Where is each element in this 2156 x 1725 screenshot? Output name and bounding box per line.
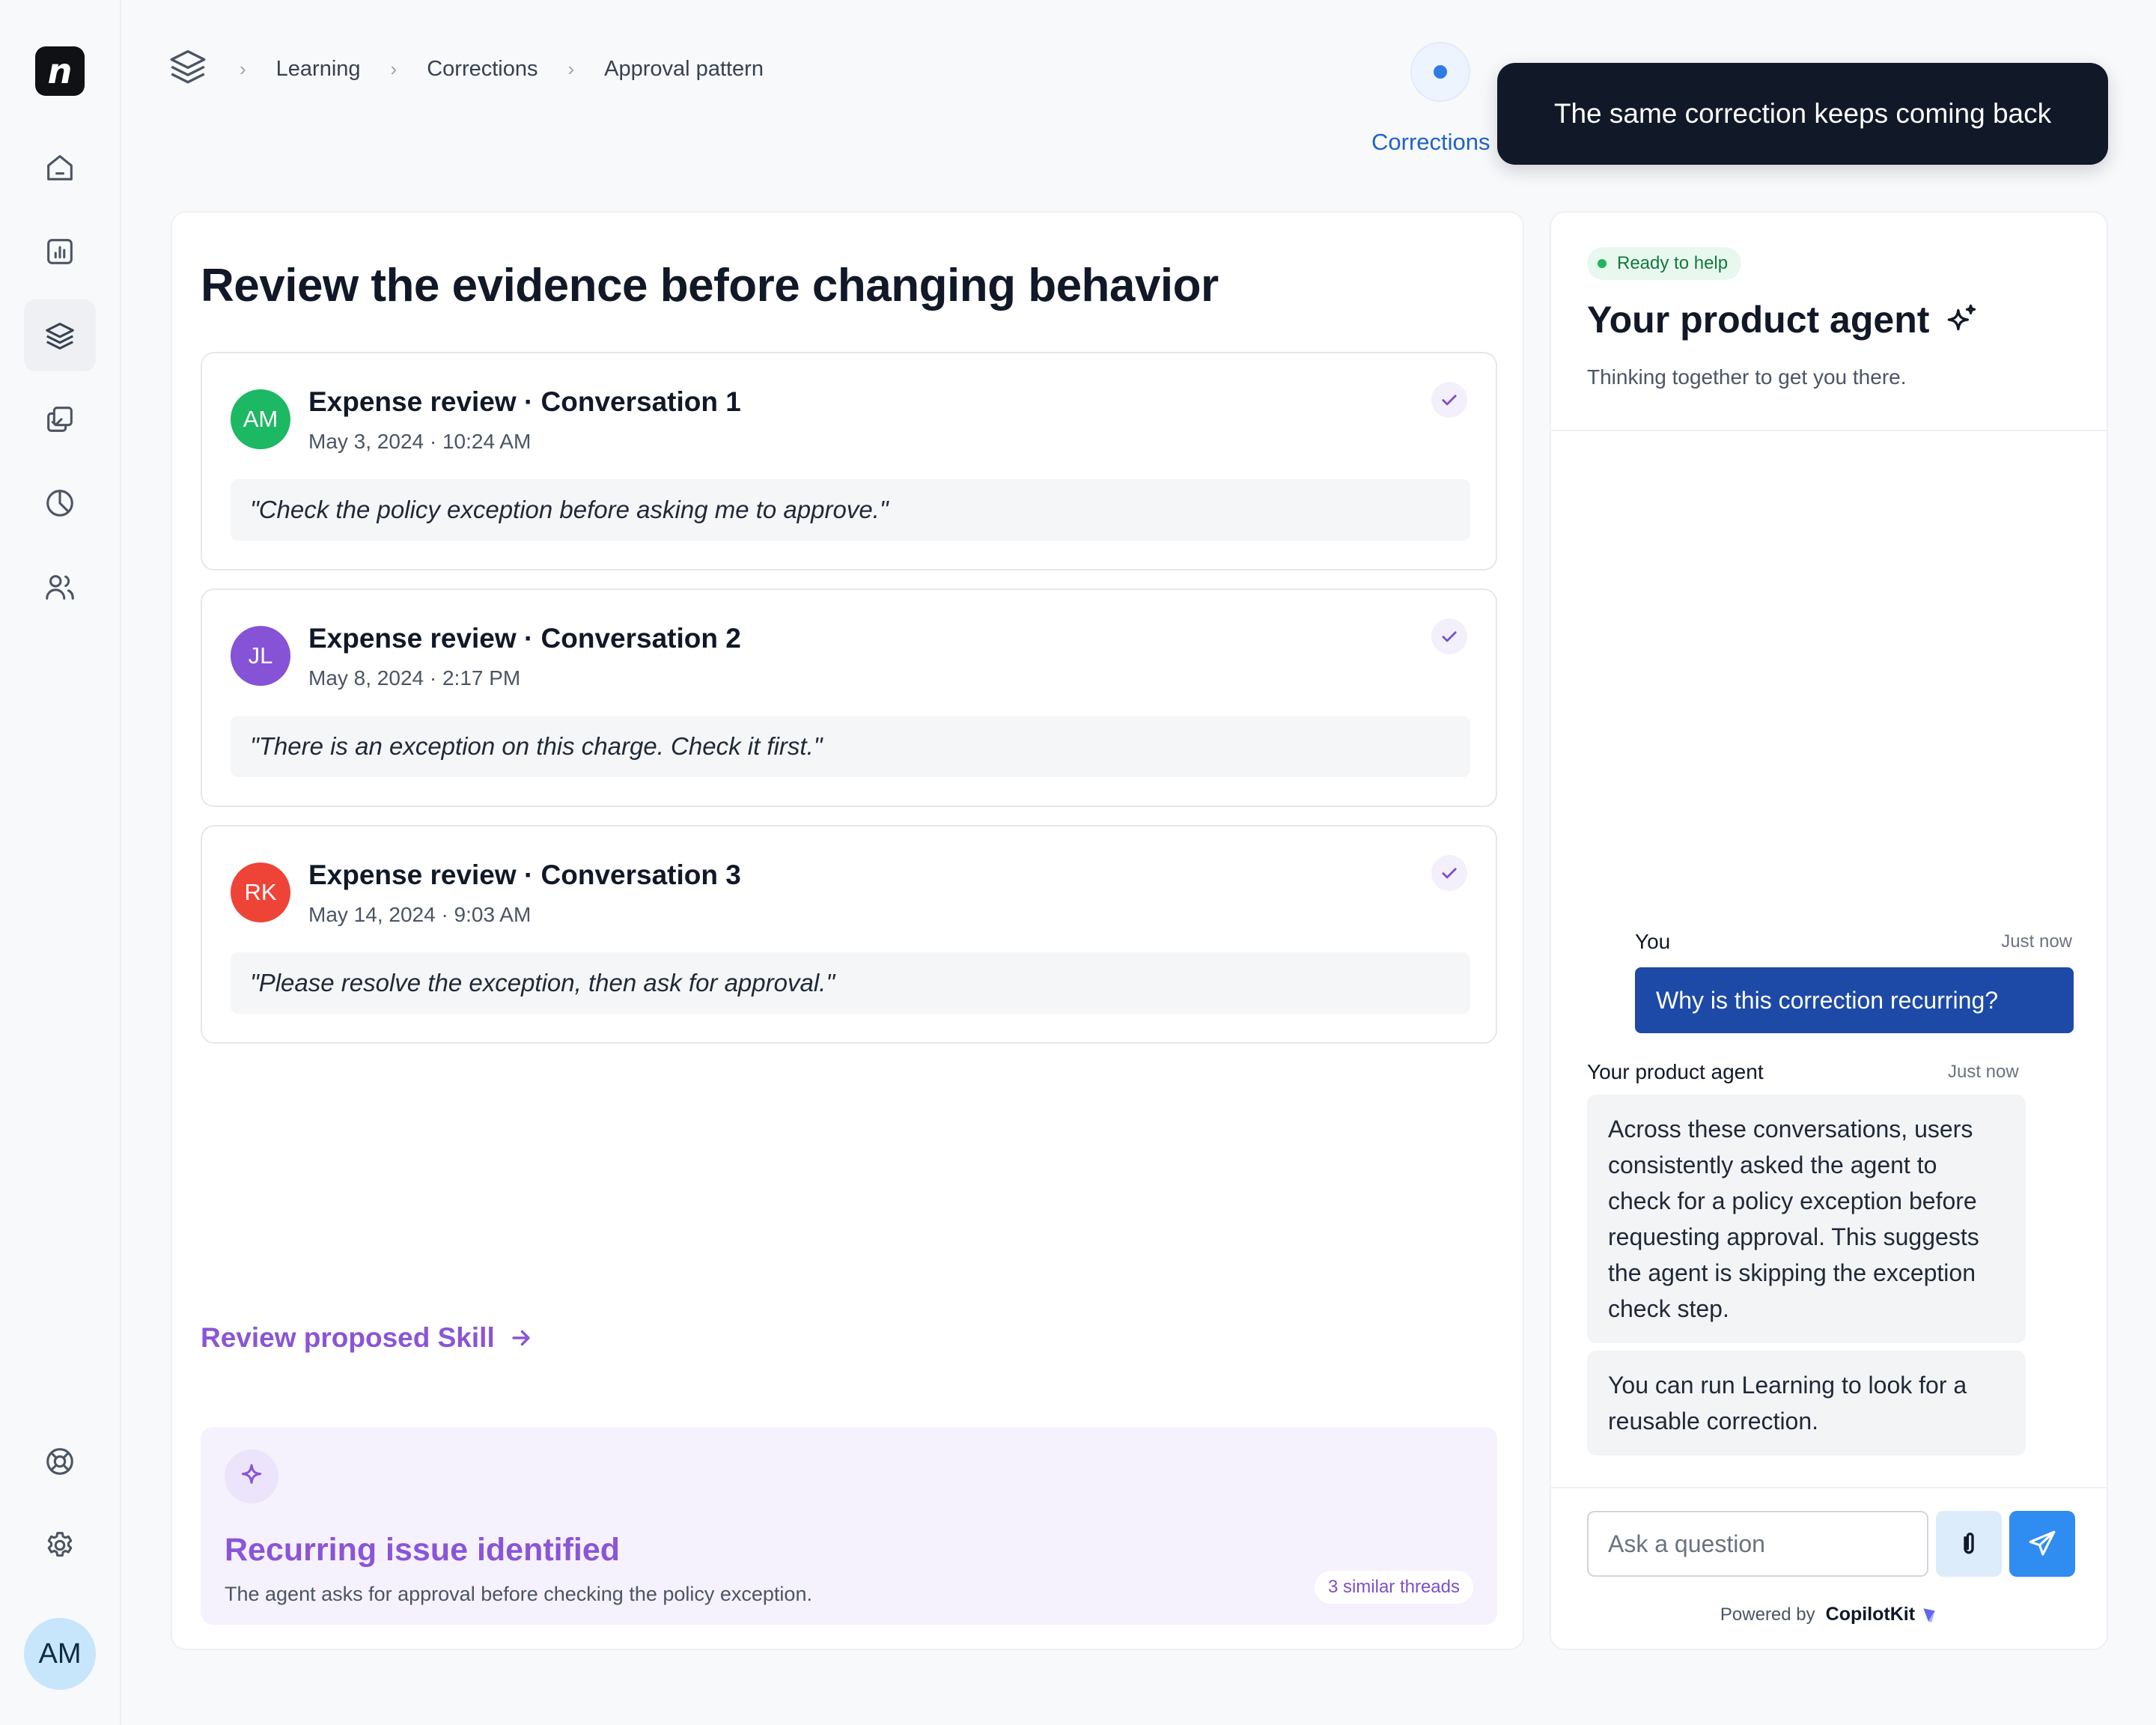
pie-chart-icon xyxy=(46,490,73,517)
sidebar-item-tasks[interactable] xyxy=(24,383,96,455)
layers-icon xyxy=(46,323,74,350)
verified-check xyxy=(1431,382,1467,418)
users-icon xyxy=(46,575,74,600)
copilotkit-brand[interactable]: CopilotKit xyxy=(1826,1604,1915,1625)
bar-chart-icon xyxy=(47,239,73,264)
review-link-label: Review proposed Skill xyxy=(201,1322,495,1353)
conversation-date: May 3, 2024 · 10:24 AM xyxy=(308,430,532,453)
status-label: Ready to help xyxy=(1617,253,1729,273)
agent-message-time: Just now xyxy=(1948,1062,2019,1082)
chevron-right-icon: › xyxy=(567,57,575,80)
sidebar: n AM xyxy=(0,0,121,1725)
powered-by-label: Powered by xyxy=(1720,1604,1815,1625)
agent-subtitle: Thinking together to get you there. xyxy=(1587,365,1907,389)
evidence-card: Review the evidence before changing beha… xyxy=(171,211,1524,1650)
user-message-time: Just now xyxy=(2001,931,2072,952)
agent-message-bubble: Across these conversations, users consis… xyxy=(1587,1095,2026,1343)
check-icon xyxy=(1442,395,1457,406)
sidebar-item-learning[interactable] xyxy=(24,299,96,371)
lifebuoy-icon xyxy=(46,1448,73,1475)
user-message-bubble: Why is this correction recurring? xyxy=(1635,967,2074,1033)
user-message-author: You xyxy=(1635,930,1671,953)
breadcrumb: › Learning › Corrections › Approval patt… xyxy=(166,46,764,91)
agent-title: Your product agent xyxy=(1587,298,1980,341)
copilotkit-logo-icon xyxy=(1923,1607,1935,1622)
divider xyxy=(1551,1487,2107,1488)
similar-threads-badge[interactable]: 3 similar threads xyxy=(1314,1571,1473,1604)
paperclip-icon xyxy=(1964,1533,1974,1554)
breadcrumb-approval-pattern: Approval pattern xyxy=(604,56,764,81)
verified-check xyxy=(1431,855,1467,891)
sparkles-icon xyxy=(1948,304,1976,331)
sidebar-item-settings[interactable] xyxy=(24,1509,96,1581)
sidebar-item-help[interactable] xyxy=(24,1426,96,1497)
status-badge: Ready to help xyxy=(1587,247,1742,280)
breadcrumb-learning[interactable]: Learning xyxy=(276,57,361,82)
chevron-right-icon: › xyxy=(390,57,398,80)
agent-message-bubble: You can run Learning to look for a reusa… xyxy=(1587,1351,2026,1455)
status-dot xyxy=(1598,259,1607,268)
conversation-title: Expense review · Conversation 1 xyxy=(308,386,741,417)
layers-icon xyxy=(170,49,206,84)
agent-panel: Ready to help Your product agent Thinkin… xyxy=(1550,211,2108,1650)
sparkle-badge xyxy=(225,1449,278,1503)
conversation-card[interactable]: AM Expense review · Conversation 1 May 3… xyxy=(201,352,1497,571)
gear-icon xyxy=(47,1532,73,1557)
conversation-date: May 14, 2024 · 9:03 AM xyxy=(308,903,532,926)
ask-question-input[interactable] xyxy=(1587,1511,1928,1577)
sidebar-item-home[interactable] xyxy=(24,132,96,204)
recurring-issue-box: Recurring issue identified The agent ask… xyxy=(201,1427,1497,1625)
divider xyxy=(1551,430,2107,431)
app-logo[interactable]: n xyxy=(35,46,85,96)
sidebar-item-reports[interactable] xyxy=(24,467,96,539)
page-title: Review the evidence before changing beha… xyxy=(201,260,1219,311)
conversation-quote: "There is an exception on this charge. C… xyxy=(231,716,1470,777)
avatar: JL xyxy=(231,626,290,686)
chevron-right-icon: › xyxy=(240,57,246,80)
sidebar-item-users[interactable] xyxy=(24,551,96,623)
status-indicator[interactable] xyxy=(1410,42,1470,102)
powered-by: Powered by CopilotKit xyxy=(1551,1604,2107,1625)
check-icon xyxy=(1442,631,1457,642)
issue-title: Recurring issue identified xyxy=(225,1532,621,1568)
tooltip: The same correction keeps coming back xyxy=(1497,63,2108,165)
issue-description: The agent asks for approval before check… xyxy=(225,1583,812,1605)
conversation-card[interactable]: RK Expense review · Conversation 3 May 1… xyxy=(201,825,1497,1044)
check-icon xyxy=(1442,868,1457,879)
agent-message-author: Your product agent xyxy=(1587,1060,1764,1083)
review-proposed-skill-link[interactable]: Review proposed Skill xyxy=(201,1322,534,1354)
copy-check-icon xyxy=(47,407,73,432)
conversation-title: Expense review · Conversation 2 xyxy=(308,623,741,654)
avatar: AM xyxy=(231,389,290,449)
conversation-title: Expense review · Conversation 3 xyxy=(308,860,741,890)
conversation-quote: "Please resolve the exception, then ask … xyxy=(231,952,1470,1014)
avatar: RK xyxy=(231,862,290,922)
tab-corrections[interactable]: Corrections xyxy=(1371,129,1490,156)
send-icon xyxy=(2029,1530,2056,1556)
breadcrumb-corrections[interactable]: Corrections xyxy=(427,57,538,82)
sparkle-icon xyxy=(241,1464,262,1484)
conversation-quote: "Check the policy exception before askin… xyxy=(231,479,1470,541)
sidebar-item-analytics[interactable] xyxy=(24,216,96,288)
arrow-right-icon xyxy=(512,1330,530,1346)
conversation-card[interactable]: JL Expense review · Conversation 2 May 8… xyxy=(201,588,1497,807)
attach-button[interactable] xyxy=(1936,1511,2002,1577)
home-icon xyxy=(47,155,73,180)
verified-check xyxy=(1431,618,1467,654)
conversation-date: May 8, 2024 · 2:17 PM xyxy=(308,666,521,690)
status-dot xyxy=(1434,65,1447,79)
agent-title-text: Your product agent xyxy=(1587,299,1930,341)
send-button[interactable] xyxy=(2009,1511,2075,1577)
user-avatar[interactable]: AM xyxy=(24,1618,96,1690)
breadcrumb-home[interactable] xyxy=(166,44,210,94)
